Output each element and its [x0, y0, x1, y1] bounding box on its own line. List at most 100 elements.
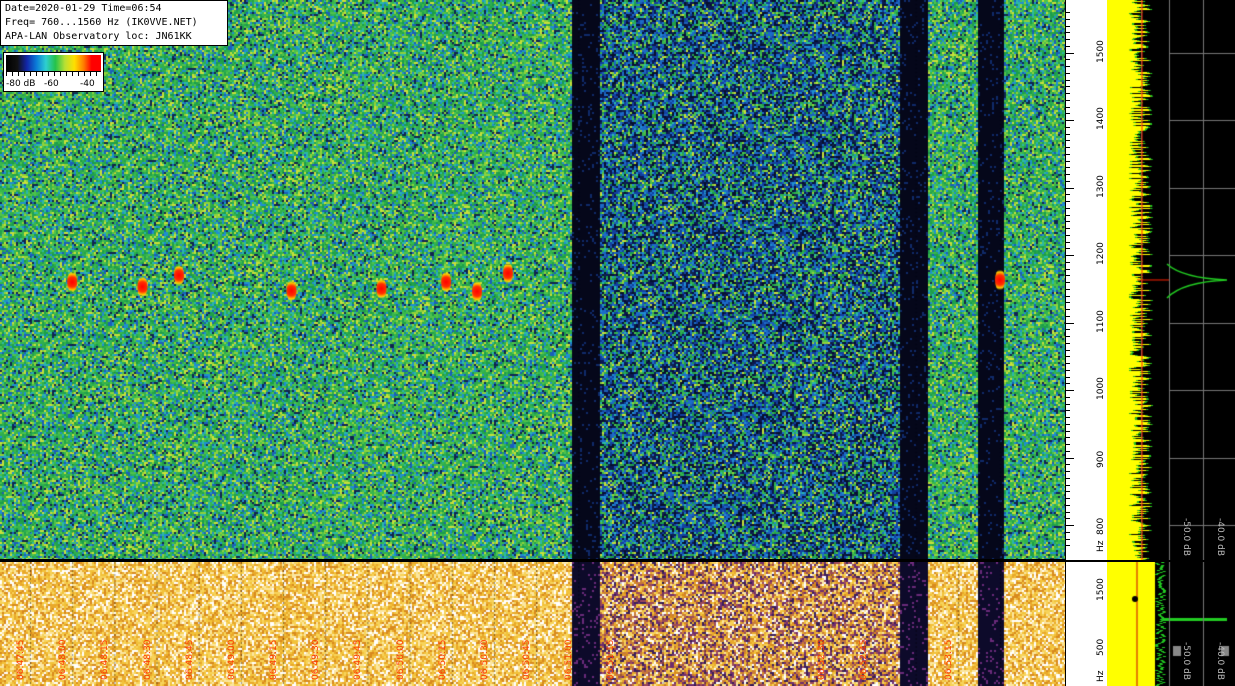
frequency-minor-tick — [1066, 160, 1070, 162]
frequency-minor-tick — [1066, 390, 1074, 391]
frequency-minor-tick — [1066, 457, 1074, 459]
frequency-minor-tick — [1066, 52, 1074, 54]
color-scale-gradient — [6, 55, 101, 71]
time-tick-label: 06:53:15 — [943, 639, 954, 680]
frequency-minor-tick — [1066, 45, 1070, 47]
frequency-minor-tick — [1066, 511, 1070, 513]
frequency-minor-tick — [1066, 329, 1070, 331]
lower-frequency-tick-label: 500 — [1096, 639, 1106, 657]
frequency-minor-tick — [1066, 147, 1070, 148]
frequency-minor-tick — [1066, 369, 1070, 371]
frequency-minor-tick — [1066, 444, 1070, 445]
spectrum-db-label: -40.0 dB — [1215, 518, 1225, 557]
frequency-minor-tick — [1066, 194, 1070, 196]
frequency-axis: 800 900 1000 1100 1200 1300 1400 1500 Hz — [1065, 0, 1107, 560]
spectrogram-screen: 800 900 1000 1100 1200 1300 1400 1500 Hz 500 1500… — [0, 0, 1235, 686]
frequency-minor-tick — [1066, 383, 1070, 385]
frequency-unit-label: Hz — [1096, 540, 1106, 553]
frequency-minor-tick — [1066, 356, 1070, 358]
frequency-minor-tick — [1066, 99, 1070, 101]
frequency-minor-tick — [1066, 79, 1070, 81]
time-tick-label: 06:51:15 — [606, 639, 617, 680]
frequency-minor-tick — [1066, 275, 1070, 277]
frequency-tick-label: 800 — [1096, 517, 1106, 535]
frequency-minor-tick — [1066, 349, 1070, 351]
frequency-minor-tick — [1066, 403, 1070, 405]
frequency-minor-tick — [1066, 133, 1070, 135]
frequency-range-line: Freq= 760...1560 Hz (IK0VVE.NET) — [5, 17, 198, 28]
lower-spectrum-db-label: -40.0 dB — [1215, 642, 1225, 681]
time-tick-label: 06:51:00 — [564, 639, 575, 680]
amplitude-waterfall-panel — [0, 562, 1065, 686]
frequency-minor-tick — [1066, 450, 1070, 452]
frequency-minor-tick — [1066, 66, 1070, 67]
time-tick-label: 06:49:30 — [311, 639, 322, 680]
frequency-minor-tick — [1066, 315, 1070, 317]
time-tick-label: 06:52:45 — [859, 639, 870, 680]
frequency-minor-tick — [1066, 525, 1074, 526]
time-tick-label: 06:49:00 — [226, 639, 237, 680]
frequency-minor-tick — [1066, 214, 1070, 216]
time-tick-label: 06:48:00 — [58, 639, 69, 680]
frequency-minor-tick — [1066, 477, 1070, 479]
frequency-minor-tick — [1066, 93, 1070, 94]
frequency-minor-tick — [1066, 140, 1070, 142]
frequency-minor-tick — [1066, 518, 1070, 520]
frequency-minor-tick — [1066, 531, 1070, 533]
observatory-line: APA-LAN Observatory loc: JN61KK — [5, 31, 192, 42]
frequency-minor-tick — [1066, 504, 1070, 506]
time-tick-label: 06:49:45 — [353, 639, 364, 680]
frequency-minor-tick — [1066, 538, 1070, 540]
frequency-minor-tick — [1066, 302, 1070, 304]
frequency-minor-tick — [1066, 167, 1070, 169]
frequency-minor-tick — [1066, 491, 1070, 493]
spectrum-plot — [1107, 0, 1235, 560]
frequency-minor-tick — [1066, 120, 1074, 121]
time-tick-label: 06:50:45 — [522, 639, 533, 680]
frequency-minor-tick — [1066, 153, 1070, 155]
frequency-minor-tick — [1066, 471, 1070, 472]
frequency-minor-tick — [1066, 376, 1070, 378]
color-scale-legend: -80 dB -60 -40 — [3, 52, 104, 92]
frequency-minor-tick — [1066, 268, 1070, 270]
frequency-minor-tick — [1066, 221, 1070, 223]
frequency-tick-label: 1400 — [1096, 107, 1106, 130]
lower-frequency-unit-label: Hz — [1096, 670, 1106, 683]
frequency-minor-tick — [1066, 322, 1074, 324]
frequency-minor-tick — [1066, 187, 1074, 189]
frequency-minor-tick — [1066, 86, 1070, 88]
panel-divider — [0, 559, 1235, 562]
frequency-minor-tick — [1066, 72, 1070, 74]
frequency-minor-tick — [1066, 207, 1070, 209]
frequency-minor-tick — [1066, 113, 1070, 115]
frequency-minor-tick — [1066, 261, 1070, 263]
frequency-minor-tick — [1066, 437, 1070, 439]
frequency-minor-tick — [1066, 309, 1070, 310]
frequency-minor-tick — [1066, 396, 1070, 398]
frequency-minor-tick — [1066, 336, 1070, 337]
frequency-minor-tick — [1066, 484, 1070, 486]
frequency-tick-label: 1500 — [1096, 39, 1106, 63]
frequency-minor-tick — [1066, 106, 1070, 108]
frequency-minor-tick — [1066, 12, 1070, 13]
time-tick-label: 06:49:15 — [269, 639, 280, 680]
frequency-minor-tick — [1066, 498, 1070, 499]
frequency-minor-tick — [1066, 39, 1070, 40]
date-time-line: Date=2020-01-29 Time=06:54 — [5, 3, 162, 14]
frequency-minor-tick — [1066, 234, 1070, 236]
frequency-minor-tick — [1066, 288, 1070, 290]
frequency-minor-tick — [1066, 295, 1070, 297]
frequency-minor-tick — [1066, 545, 1070, 547]
info-header: Date=2020-01-29 Time=06:54 Freq= 760...1… — [0, 0, 228, 46]
frequency-tick-label: 1100 — [1096, 309, 1106, 333]
time-tick-label: 06:50:30 — [479, 639, 490, 680]
frequency-tick-label: 1200 — [1096, 242, 1106, 265]
lower-frequency-axis: 500 1500 Hz — [1065, 562, 1107, 686]
frequency-minor-tick — [1066, 59, 1070, 61]
time-tick-label: 06:50:15 — [437, 639, 448, 680]
color-scale-ticks — [6, 71, 101, 76]
frequency-minor-tick — [1066, 248, 1070, 250]
frequency-minor-tick — [1066, 430, 1070, 432]
time-tick-label: 06:47:45 — [16, 639, 26, 680]
frequency-minor-tick — [1066, 464, 1070, 466]
